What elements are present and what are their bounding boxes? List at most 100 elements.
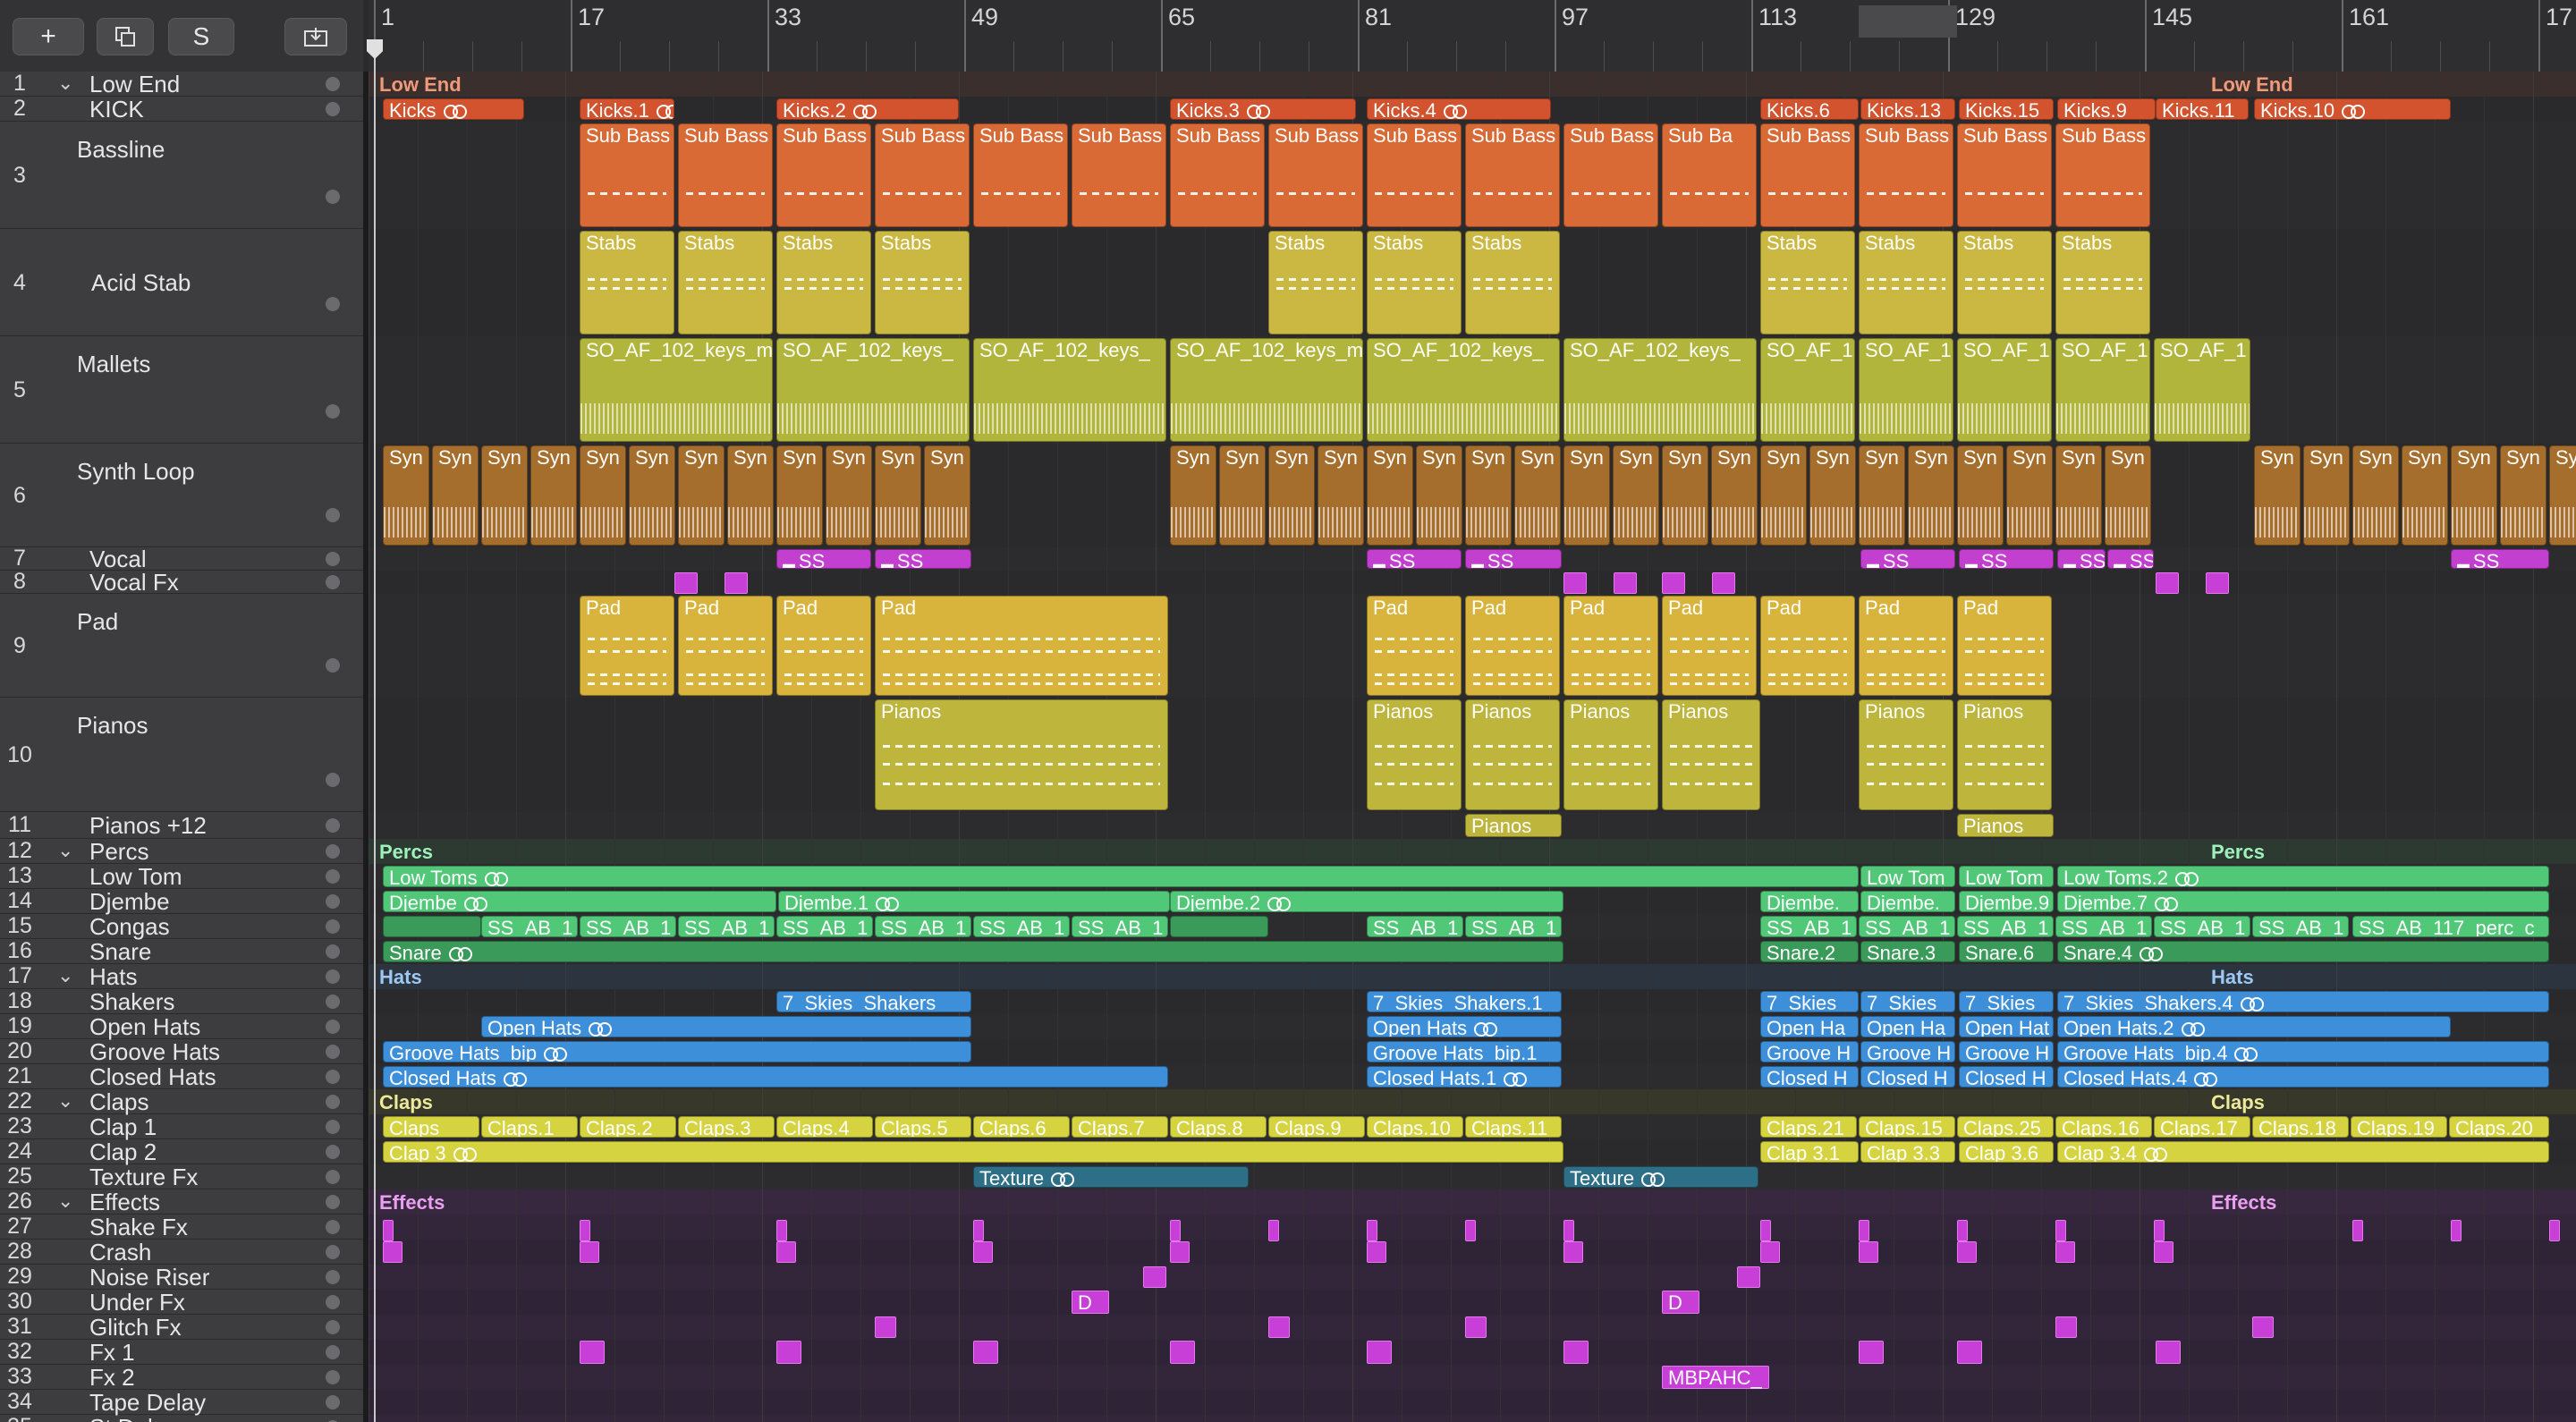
- clap1-region[interactable]: Claps.25: [1957, 1116, 2054, 1138]
- vocal-region[interactable]: ▬ SS_: [2057, 549, 2106, 569]
- mallets-region[interactable]: SO_AF_102_keys_m: [580, 338, 773, 442]
- stab-region[interactable]: Stabs: [875, 231, 970, 334]
- congas-region[interactable]: [1170, 916, 1268, 937]
- track-name[interactable]: Bassline: [77, 136, 165, 164]
- open-hats-region[interactable]: Open Hats.2: [2057, 1016, 2451, 1037]
- add-track-button[interactable]: +: [13, 18, 84, 55]
- stab-region[interactable]: Stabs: [580, 231, 674, 334]
- synth-loop-region[interactable]: Syn: [1318, 445, 1364, 546]
- snare-region[interactable]: Snare.2: [1760, 941, 1859, 962]
- shake-fx-region[interactable]: [973, 1220, 984, 1241]
- closed-hats-region[interactable]: Closed Hats.1: [1367, 1066, 1562, 1088]
- synth-loop-region[interactable]: Syn: [776, 445, 823, 546]
- crash-region[interactable]: [1760, 1241, 1780, 1263]
- vocal-region[interactable]: ▬ SS_: [1860, 549, 1955, 569]
- clap1-region[interactable]: Claps.11: [1465, 1116, 1562, 1138]
- record-enable-icon[interactable]: [326, 944, 340, 959]
- synth-loop-region[interactable]: Syn: [1465, 445, 1512, 546]
- synth-loop-region[interactable]: Syn: [1809, 445, 1856, 546]
- snare-region[interactable]: Snare.4: [2057, 941, 2549, 962]
- track-header[interactable]: 31 Glitch Fx: [0, 1314, 363, 1342]
- groove-hats-region[interactable]: Groove H: [1760, 1041, 1859, 1062]
- pianos-region[interactable]: Pianos: [1367, 699, 1462, 810]
- crash-region[interactable]: [2154, 1241, 2174, 1263]
- synth-loop-region[interactable]: Syn: [1219, 445, 1266, 546]
- track-name[interactable]: Noise Riser: [89, 1264, 209, 1291]
- track-name[interactable]: Fx 1: [89, 1339, 135, 1367]
- pad-region[interactable]: Pad: [1465, 596, 1560, 696]
- crash-region[interactable]: [776, 1241, 796, 1263]
- track-lane[interactable]: [369, 1265, 2576, 1291]
- synth-loop-region[interactable]: Syn: [1416, 445, 1462, 546]
- synth-loop-region[interactable]: Syn: [2303, 445, 2350, 546]
- congas-region[interactable]: SS_AB_1: [481, 916, 578, 937]
- synth-loop-region[interactable]: Syn: [2402, 445, 2448, 546]
- track-name[interactable]: Snare: [89, 938, 151, 966]
- bass-region[interactable]: Sub Bass: [580, 123, 674, 227]
- clap1-region[interactable]: Claps.4: [776, 1116, 873, 1138]
- track-lane[interactable]: [369, 1340, 2576, 1366]
- shake-fx-region[interactable]: [580, 1220, 590, 1241]
- crash-region[interactable]: [1563, 1241, 1583, 1263]
- record-enable-icon[interactable]: [326, 575, 340, 589]
- pianos-region[interactable]: Pianos: [1662, 699, 1760, 810]
- kick-region[interactable]: Kicks.3: [1170, 98, 1356, 120]
- bass-region[interactable]: Sub Bass: [875, 123, 970, 227]
- arrange-area[interactable]: Low End Low End Percs Percs Hats Hats Claps Cla…: [369, 72, 2576, 1422]
- shake-fx-region[interactable]: [2055, 1220, 2066, 1241]
- track-header[interactable]: 19 Open Hats: [0, 1013, 363, 1040]
- track-header[interactable]: 8 Vocal Fx: [0, 569, 363, 596]
- vocal-region[interactable]: ▬ SS_: [776, 549, 871, 569]
- texture-region[interactable]: Texture: [1563, 1166, 1758, 1188]
- track-header[interactable]: 12 ⌄ Percs: [0, 838, 363, 866]
- record-enable-icon[interactable]: [326, 1320, 340, 1334]
- kick-region[interactable]: Kicks.15: [1959, 98, 2054, 120]
- clap2-region[interactable]: Clap 3.4: [2057, 1141, 2549, 1163]
- clap1-region[interactable]: Claps.1: [481, 1116, 578, 1138]
- track-name[interactable]: Texture Fx: [89, 1164, 198, 1191]
- record-enable-icon[interactable]: [326, 1020, 340, 1034]
- groove-hats-region[interactable]: Groove Hats_bip: [383, 1041, 971, 1062]
- under-fx-region[interactable]: D: [1072, 1291, 1109, 1314]
- track-name[interactable]: Percs: [89, 838, 148, 866]
- record-enable-icon[interactable]: [326, 1295, 340, 1309]
- track-name[interactable]: Glitch Fx: [89, 1314, 182, 1342]
- record-enable-icon[interactable]: [326, 1045, 340, 1059]
- fx1-region[interactable]: [580, 1341, 605, 1364]
- glitch-fx-region[interactable]: [1465, 1316, 1487, 1338]
- bass-region[interactable]: Sub Bass: [776, 123, 871, 227]
- synth-loop-region[interactable]: Syn: [1268, 445, 1315, 546]
- track-header[interactable]: 13 Low Tom: [0, 863, 363, 891]
- synth-loop-region[interactable]: Syn: [432, 445, 479, 546]
- track-name[interactable]: Low Tom: [89, 863, 182, 891]
- synth-loop-region[interactable]: Syn: [1170, 445, 1216, 546]
- track-header[interactable]: 22 ⌄ Claps: [0, 1088, 363, 1115]
- congas-region[interactable]: SS_AB_1: [678, 916, 775, 937]
- synth-loop-region[interactable]: Syn: [1613, 445, 1659, 546]
- pianos-region[interactable]: Pianos: [1859, 699, 1953, 810]
- clap1-region[interactable]: Claps.5: [875, 1116, 971, 1138]
- track-name[interactable]: KICK: [89, 96, 144, 123]
- congas-region[interactable]: SS_AB_1: [1760, 916, 1857, 937]
- download-button[interactable]: [284, 18, 347, 55]
- djembe-region[interactable]: Djembe.1: [778, 891, 1170, 912]
- record-enable-icon[interactable]: [326, 1170, 340, 1184]
- track-header[interactable]: 15 Congas: [0, 913, 363, 940]
- fx1-region[interactable]: [973, 1341, 998, 1364]
- track-name[interactable]: Crash: [89, 1239, 151, 1266]
- cycle-region[interactable]: [1859, 5, 1957, 38]
- record-enable-icon[interactable]: [326, 77, 340, 91]
- fx1-region[interactable]: [1170, 1341, 1195, 1364]
- congas-region[interactable]: [383, 916, 481, 937]
- fx1-region[interactable]: [1563, 1341, 1589, 1364]
- record-enable-icon[interactable]: [326, 1145, 340, 1159]
- stab-region[interactable]: Stabs: [776, 231, 871, 334]
- shakers-region[interactable]: 7_Skies_Shakers.1: [1367, 991, 1562, 1012]
- low-tom-region[interactable]: Low Tom: [1959, 866, 2054, 887]
- folder-disclosure-icon[interactable]: ⌄: [57, 72, 73, 95]
- synth-loop-region[interactable]: Syn: [2500, 445, 2546, 546]
- synth-loop-region[interactable]: Syn: [1563, 445, 1610, 546]
- closed-hats-region[interactable]: Closed Hats.4: [2057, 1066, 2549, 1088]
- low-tom-region[interactable]: Low Toms.2: [2057, 866, 2549, 887]
- pad-region[interactable]: Pad: [1367, 596, 1462, 696]
